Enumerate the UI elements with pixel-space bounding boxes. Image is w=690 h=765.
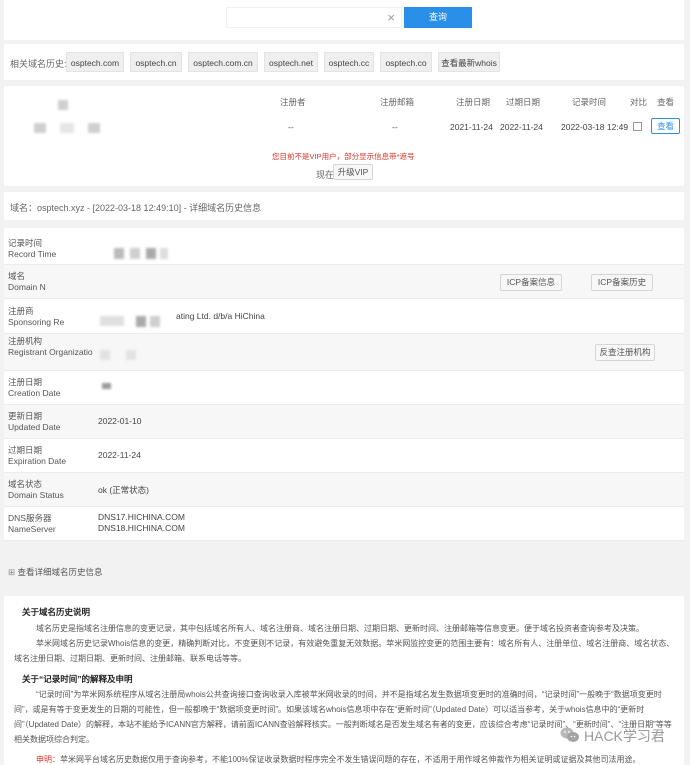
icp-info-button[interactable]: ICP备案信息 [500,274,562,291]
cell-record-time: 2022-03-18 12:49 [561,122,629,132]
masked-domain [88,123,100,133]
history-chip-cc[interactable]: osptech.cc [324,52,374,72]
field-value: DNS17.HICHINA.COM DNS18.HICHINA.COM [98,512,185,533]
history-chip-cn[interactable]: osptech.cn [130,52,182,72]
field-value: 2022-11-24 [98,450,141,460]
about-paragraph: 域名历史是指域名注册信息的变更记录，其中包括域名所有人、域名注册商、域名注册日期… [36,624,644,633]
field-label: 注册商 Sponsoring Re [8,306,65,327]
history-chip-co[interactable]: osptech.co [380,52,432,72]
history-chip-net[interactable]: osptech.net [264,52,318,72]
about-statement: 申明：苹米网平台域名历史数据仅用于查询参考，不能100%保证收录数据时程序完全不… [36,752,676,765]
col-header-exp-date: 过期日期 [506,97,541,107]
statement-text: 苹米网平台域名历史数据仅用于查询参考，不能100%保证收录数据时程序完全不发生错… [60,755,641,764]
col-header-compare: 对比 [630,97,648,107]
field-label: 注册机构 Registrant Organizatio [8,336,93,357]
masked-domain [58,100,68,110]
field-row-record-time: 记录时间 Record Time [4,228,684,265]
masked-value [150,316,160,327]
related-history-label: 相关域名历史: [10,59,67,69]
detail-header: 域名：osptech.xyz - [2022-03-18 12:49:10] -… [10,203,262,213]
masked-value [146,248,156,259]
about-title: 关于“记录时间”的解释及申明 [22,674,133,684]
field-label: 更新日期 Updated Date [8,411,61,432]
field-label: 过期日期 Expiration Date [8,445,67,466]
wechat-icon [560,727,579,742]
vip-notice: 您目前不是VIP用户，部分显示信息带*遮号 [272,152,415,161]
col-header-reg-date: 注册日期 [456,97,491,107]
field-label: 域名状态 Domain Status [8,479,64,500]
watermark-brand: HACK学习君 [584,728,665,744]
statement-label: 申明： [36,755,60,764]
cell-exp-date: 2022-11-24 [500,122,543,132]
field-value: 2022-01-10 [98,416,142,426]
search-button[interactable]: 查询 [404,7,472,28]
reverse-lookup-button[interactable]: 反查注册机构 [595,344,655,361]
field-row-domain-status: 域名状态 Domain Status ok (正常状态) [4,473,684,507]
show-detailed-history-link[interactable]: ⊞ 查看详细域名历史信息 [8,566,103,578]
masked-value [102,383,111,389]
cell-email: -- [392,122,398,132]
field-label: DNS服务器 NameServer [8,513,56,534]
view-button[interactable]: 查看 [651,118,680,134]
field-label: 记录时间 Record Time [8,238,57,259]
masked-value [130,248,140,259]
search-bar-panel: × 查询 [4,0,684,40]
cell-registrant: -- [288,122,294,132]
icp-history-button[interactable]: ICP备案历史 [591,274,653,291]
masked-value [114,248,124,259]
field-label: 注册日期 Creation Date [8,377,61,398]
field-row-updated-date: 更新日期 Updated Date 2022-01-10 [4,405,684,439]
upgrade-vip-button[interactable]: 升级VIP [333,164,373,180]
masked-value [100,316,124,326]
vip-prefix: 现在 [316,170,335,180]
masked-value [126,350,136,360]
watermark: HACK学习君 [560,724,684,746]
expand-icon: ⊞ [8,567,16,577]
field-value: ating Ltd. d/b/a HiChina [176,311,265,321]
masked-value [160,248,168,259]
field-label: 域名 Domain N [8,271,46,292]
about-title: 关于域名历史说明 [22,607,91,617]
show-detailed-history-label: 查看详细域名历史信息 [17,567,103,577]
col-header-registrant: 注册者 [280,97,306,107]
col-header-view: 查看 [657,97,675,107]
compare-checkbox[interactable] [633,122,642,131]
field-row-domain: 域名 Domain N ICP备案信息 ICP备案历史 [4,265,684,299]
search-input[interactable]: × [226,7,402,28]
field-row-expiration-date: 过期日期 Expiration Date 2022-11-24 [4,439,684,473]
col-header-email: 注册邮箱 [380,97,415,107]
detail-header-panel: 域名：osptech.xyz - [2022-03-18 12:49:10] -… [4,192,684,220]
latest-whois-button[interactable]: 查看最新whois [438,52,500,72]
cell-reg-date: 2021-11-24 [450,122,493,132]
field-value: ok (正常状态) [98,485,150,495]
masked-domain [34,123,46,133]
masked-domain [60,123,74,133]
masked-value [136,316,146,327]
masked-value [100,350,110,360]
clear-icon[interactable]: × [387,10,395,25]
history-chip-com-cn[interactable]: osptech.com.cn [188,52,258,72]
col-header-record-time: 记录时间 [572,97,607,107]
field-row-nameserver: DNS服务器 NameServer DNS17.HICHINA.COM DNS18.… [4,507,684,541]
about-paragraph: 苹米网域名历史记录Whois信息的变更，精确判断对比，不变更则不记录，有效避免重… [14,639,675,663]
history-chip-com[interactable]: osptech.com [66,52,124,72]
